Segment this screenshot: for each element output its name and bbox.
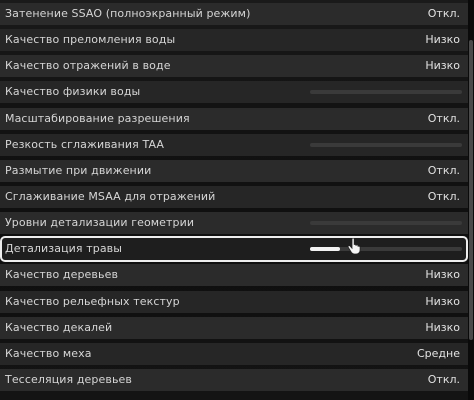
- setting-row-ssao[interactable]: Затенение SSAO (полноэкранный режим) Отк…: [0, 3, 468, 25]
- setting-label: Качество меха: [5, 346, 92, 360]
- setting-row-motion-blur[interactable]: Размытие при движении Откл.: [0, 159, 468, 182]
- settings-list: Затенение SSAO (полноэкранный режим) Отк…: [0, 3, 468, 395]
- setting-value[interactable]: Откл.: [428, 186, 460, 208]
- setting-value[interactable]: Низко: [425, 55, 460, 77]
- setting-row-resolution-scaling[interactable]: Масштабирование разрешения Откл.: [0, 107, 468, 130]
- setting-row-water-physics[interactable]: Качество физики воды: [0, 81, 468, 104]
- slider-track[interactable]: [310, 221, 462, 226]
- setting-row-fur-quality[interactable]: Качество меха Средне: [0, 342, 468, 365]
- setting-value[interactable]: Откл.: [428, 3, 460, 25]
- setting-label: Резкость сглаживания TAA: [5, 137, 165, 151]
- setting-label: Уровни детализации геометрии: [5, 216, 195, 230]
- setting-row-water-refraction[interactable]: Качество преломления воды Низко: [0, 29, 468, 52]
- setting-row-tree-tessellation[interactable]: Тесселяция деревьев Откл.: [0, 368, 468, 391]
- slider-track[interactable]: [310, 247, 462, 252]
- setting-label: Качество преломления воды: [5, 33, 176, 47]
- setting-row-decals[interactable]: Качество декалей Низко: [0, 316, 468, 339]
- setting-label: Детализация травы: [5, 242, 123, 256]
- setting-row-water-reflections[interactable]: Качество отражений в воде Низко: [0, 55, 468, 78]
- slider-fill: [310, 247, 341, 252]
- setting-value[interactable]: Низко: [425, 29, 460, 51]
- setting-label: Затенение SSAO (полноэкранный режим): [5, 7, 251, 20]
- setting-label: Тесселяция деревьев: [5, 372, 132, 386]
- setting-label: Размытие при движении: [5, 163, 152, 177]
- scrollbar-thumb[interactable]: [469, 40, 473, 340]
- setting-label: Качество физики воды: [5, 85, 141, 99]
- setting-value[interactable]: Низко: [425, 291, 460, 313]
- setting-row-tree-quality[interactable]: Качество деревьев Низко: [0, 264, 468, 287]
- setting-label: Качество декалей: [5, 320, 113, 334]
- setting-value[interactable]: Средне: [417, 343, 460, 365]
- slider-track[interactable]: [310, 142, 462, 147]
- setting-label: Качество рельефных текстур: [5, 294, 180, 308]
- setting-label: Сглаживание MSAA для отражений: [5, 189, 216, 203]
- setting-value[interactable]: Откл.: [428, 160, 460, 182]
- slider-track[interactable]: [310, 90, 462, 95]
- setting-value[interactable]: Откл.: [428, 369, 460, 391]
- setting-value[interactable]: Откл.: [428, 108, 460, 130]
- setting-row-taa-sharpness[interactable]: Резкость сглаживания TAA: [0, 133, 468, 156]
- setting-label: Качество отражений в воде: [5, 59, 171, 73]
- setting-label: Качество деревьев: [5, 268, 119, 282]
- setting-row-grass-detail[interactable]: Детализация травы: [0, 236, 468, 263]
- setting-row-terrain-textures[interactable]: Качество рельефных текстур Низко: [0, 290, 468, 313]
- setting-value[interactable]: Низко: [425, 264, 460, 286]
- setting-row-geometry-lod[interactable]: Уровни детализации геометрии: [0, 212, 468, 235]
- scrollbar[interactable]: [468, 0, 474, 400]
- hand-pointer-icon: [347, 238, 361, 255]
- setting-row-msaa-reflections[interactable]: Сглаживание MSAA для отражений Откл.: [0, 185, 468, 208]
- setting-value[interactable]: Низко: [425, 317, 460, 339]
- setting-label: Масштабирование разрешения: [5, 111, 190, 125]
